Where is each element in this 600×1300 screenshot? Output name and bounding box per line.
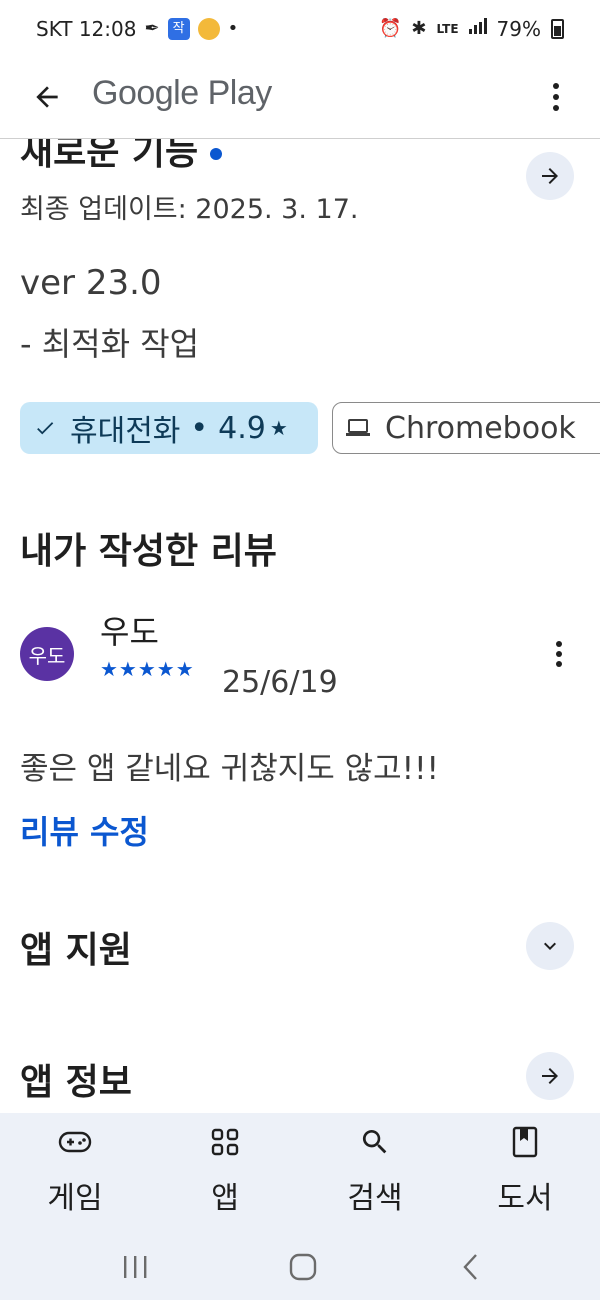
device-chip-phone-label: 휴대전화: [70, 414, 181, 449]
notification-coin-icon: [197, 18, 220, 40]
arrow-right-icon: [542, 1068, 558, 1084]
nav-item-search[interactable]: 검색: [300, 1113, 450, 1235]
chevron-left-icon: [463, 1254, 477, 1280]
recent-apps-button[interactable]: [105, 1245, 165, 1289]
system-back-button[interactable]: [440, 1245, 500, 1289]
recent-apps-icon: [124, 1256, 147, 1278]
version-text: ver 23.0: [20, 263, 162, 303]
app-bar: Google Play: [0, 58, 600, 139]
home-icon: [289, 1253, 317, 1281]
nav-label-apps: 앱: [211, 1181, 239, 1216]
carrier-time: SKT 12:08: [36, 17, 137, 41]
star-icon: ★: [269, 416, 288, 440]
whats-new-title-text: 새로운 기능: [20, 139, 199, 173]
alarm-icon: ⏰: [378, 18, 402, 39]
more-notifications-dot-icon: •: [227, 18, 239, 39]
notification-badge-icon: 작: [167, 18, 190, 40]
release-note-text: - 최적화 작업: [20, 325, 200, 363]
signal-icon: [468, 18, 487, 40]
nav-label-search: 검색: [347, 1181, 403, 1216]
book-icon: [511, 1125, 539, 1159]
review-date: 25/6/19: [222, 665, 338, 700]
app-bar-title: Google Play: [92, 74, 272, 112]
app-support-title: 앱 지원: [20, 930, 132, 971]
device-chip-chromebook[interactable]: Chromebook: [332, 402, 600, 454]
nav-label-books: 도서: [497, 1181, 553, 1216]
chip-separator-dot: •: [190, 410, 209, 446]
nav-item-apps[interactable]: 앱: [150, 1113, 300, 1235]
bottom-navigation: 게임 앱 검색 도서: [0, 1113, 600, 1235]
avatar: 우도: [20, 627, 74, 681]
back-arrow-icon: [36, 86, 58, 108]
gamepad-icon: [58, 1125, 92, 1159]
arrow-right-icon: [542, 168, 558, 184]
more-vert-icon: [556, 641, 562, 667]
edit-review-link[interactable]: 리뷰 수정: [20, 807, 149, 853]
new-indicator-dot: [210, 148, 223, 160]
nav-label-games: 게임: [47, 1181, 103, 1216]
my-review-heading: 내가 작성한 리뷰: [20, 531, 277, 572]
check-icon: [34, 417, 56, 439]
review-more-button[interactable]: [544, 637, 574, 671]
device-chip-phone[interactable]: 휴대전화 • 4.9 ★: [20, 402, 318, 454]
battery-icon: [551, 19, 564, 39]
nav-item-books[interactable]: 도서: [450, 1113, 600, 1235]
apps-grid-icon: [211, 1125, 239, 1159]
notification-app-icon: ✒: [144, 18, 160, 39]
network-type: LTE: [436, 22, 459, 36]
back-button[interactable]: [24, 74, 70, 120]
home-button[interactable]: [273, 1245, 333, 1289]
more-vert-icon: [553, 83, 559, 111]
more-options-button[interactable]: [538, 74, 574, 120]
search-icon: [359, 1125, 391, 1159]
last-updated-text: 최종 업데이트: 2025. 3. 17.: [20, 194, 359, 225]
app-support-expand-button[interactable]: [526, 922, 574, 970]
reviewer-name: 우도: [100, 613, 159, 651]
app-info-title: 앱 정보: [20, 1062, 132, 1103]
laptop-icon: [345, 417, 371, 439]
chevron-down-icon: [544, 942, 556, 950]
app-info-arrow-button[interactable]: [526, 1052, 574, 1100]
rating-stars: ★★★★★: [100, 657, 195, 681]
device-chip-phone-rating: 4.9: [218, 410, 266, 446]
nav-item-games[interactable]: 게임: [0, 1113, 150, 1235]
system-navigation-bar: [0, 1235, 600, 1300]
review-text: 좋은 앱 같네요 귀찮지도 않고!!!: [20, 751, 439, 787]
whats-new-arrow-button[interactable]: [526, 152, 574, 200]
status-bar: SKT 12:08 ✒ 작 • ⏰ ✱ LTE 79%: [0, 0, 600, 58]
device-chip-chromebook-label: Chromebook: [385, 410, 576, 446]
battery-percent: 79%: [496, 17, 541, 41]
details-content[interactable]: 새로운 기능 최종 업데이트: 2025. 3. 17. ver 23.0 - …: [0, 139, 600, 1113]
bluetooth-icon: ✱: [411, 18, 427, 39]
whats-new-title: 새로운 기능: [20, 139, 223, 175]
